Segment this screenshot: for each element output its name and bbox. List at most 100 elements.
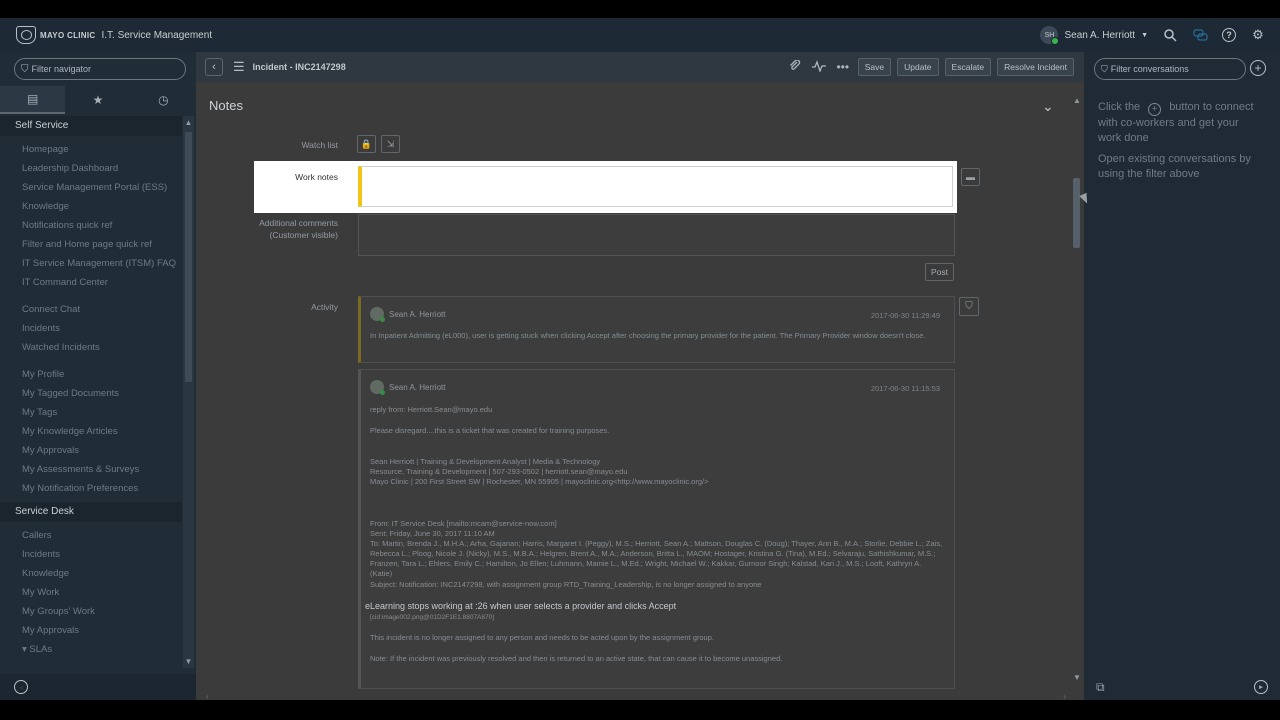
star-icon: ★: [92, 93, 104, 107]
resolve-incident-button[interactable]: Resolve Incident: [997, 58, 1074, 76]
nav-item[interactable]: Knowledge: [0, 564, 182, 583]
nav-item[interactable]: My Approvals: [0, 441, 182, 460]
nav-item[interactable]: Incidents: [0, 319, 182, 338]
back-icon[interactable]: ‹: [205, 58, 223, 76]
brand-name: MAYO CLINIC: [40, 30, 96, 40]
tab-all-apps[interactable]: ▤: [0, 86, 66, 114]
activity-timestamp: 2017-06-30 11:29:49: [870, 311, 940, 320]
nav-item[interactable]: Filter and Home page quick ref: [0, 235, 182, 254]
form-title: Incident - INC2147298: [252, 62, 346, 72]
nav-item[interactable]: Homepage: [0, 140, 182, 159]
nav-item[interactable]: Incidents: [0, 545, 182, 564]
tab-favorites[interactable]: ★: [65, 86, 130, 114]
activity-timestamp: 2017-06-30 11:15:53: [870, 384, 940, 393]
nav-item[interactable]: My Notification Preferences: [0, 479, 182, 498]
scroll-down-icon[interactable]: ▼: [1072, 673, 1082, 682]
filter-conversations-input[interactable]: ⛉ Filter conversations: [1094, 58, 1246, 80]
tab-history[interactable]: ◷: [131, 86, 196, 114]
connect-chat-icon[interactable]: [1192, 27, 1208, 43]
main-scrollbar[interactable]: ▲ ▼: [1072, 92, 1082, 682]
nav-item[interactable]: My Work: [0, 583, 182, 602]
email-subject: Subject: Notification: INC2147298, with …: [370, 580, 762, 589]
nav-item[interactable]: My Assessments & Surveys: [0, 460, 182, 479]
work-notes-field[interactable]: [358, 166, 953, 207]
author-avatar: [370, 307, 385, 322]
collapse-sidebar-icon[interactable]: ▸: [1254, 680, 1268, 694]
additional-comments-field[interactable]: [358, 214, 955, 256]
navigator-scrollbar[interactable]: ▲ ▼: [183, 116, 194, 668]
history-icon: ◷: [158, 93, 169, 107]
nav-item[interactable]: Notifications quick ref: [0, 216, 182, 235]
section-self-service[interactable]: Self Service: [0, 116, 182, 136]
user-name: Sean A. Herriott: [1064, 29, 1136, 41]
nav-item[interactable]: Service Management Portal (ESS): [0, 178, 182, 197]
scroll-up-icon[interactable]: ▲: [183, 118, 194, 127]
help-icon[interactable]: ?: [1222, 28, 1236, 42]
collapse-navigator-icon[interactable]: ◂: [14, 680, 28, 694]
add-me-icon[interactable]: ⇲: [381, 135, 400, 153]
navigator-footer: ◂: [0, 674, 196, 700]
user-menu[interactable]: SH Sean A. Herriott ▼: [1040, 26, 1148, 45]
filter-conversations-placeholder: Filter conversations: [1110, 64, 1189, 74]
email-body: Note: If the incident was previously res…: [370, 654, 783, 663]
hamburger-menu-icon[interactable]: ☰: [233, 59, 245, 75]
filter-icon: ⛉: [21, 63, 29, 75]
nav-item[interactable]: Connect Chat: [0, 300, 182, 319]
nav-item[interactable]: My Tagged Documents: [0, 384, 182, 403]
escalate-button[interactable]: Escalate: [944, 58, 992, 76]
user-avatar: SH: [1040, 26, 1060, 45]
nav-item[interactable]: Callers: [0, 526, 182, 545]
activity-filter-icon[interactable]: ⛉: [959, 297, 979, 316]
attachment-icon[interactable]: [786, 58, 804, 75]
scroll-left-icon[interactable]: ‹: [206, 692, 209, 701]
author-avatar: [370, 380, 385, 395]
additional-comments-label-line2: (Customer visible): [269, 230, 339, 240]
help-prefix: Click the: [1098, 101, 1141, 113]
nav-item[interactable]: Knowledge: [0, 197, 182, 216]
horizontal-scrollbar[interactable]: ‹ ›: [206, 692, 1066, 701]
scroll-up-icon[interactable]: ▲: [1072, 96, 1082, 105]
conversations-help: Click the + button to connect with co-work…: [1098, 100, 1263, 146]
application-navigator: ⛉ Filter navigator ▤ ★ ◷ Self Service Ho…: [0, 52, 196, 700]
more-options-icon[interactable]: •••: [834, 60, 852, 74]
nav-item[interactable]: IT Service Management (ITSM) FAQ: [0, 254, 182, 273]
scroll-thumb[interactable]: [1073, 178, 1080, 248]
activity-stream-icon[interactable]: [810, 59, 828, 75]
activity-entry: Sean A. Herriott 2017-06-30 11:15:53 rep…: [358, 369, 955, 689]
post-button[interactable]: Post: [925, 263, 954, 281]
nav-item[interactable]: Leadership Dashboard: [0, 159, 182, 178]
activity-author: Sean A. Herriott: [389, 309, 446, 319]
nav-item[interactable]: Watched Incidents: [0, 338, 182, 357]
email-to: To: Martin, Brenda J., M.H.A.; Arha, Gaj…: [370, 539, 943, 578]
update-button[interactable]: Update: [897, 58, 939, 76]
section-service-desk[interactable]: Service Desk: [0, 502, 182, 522]
email-image-ref: [cid:image002.png@01D2F1E1.8807A870]: [370, 614, 495, 621]
lock-icon[interactable]: 🔒: [357, 135, 376, 153]
nav-item[interactable]: ▾ SLAs: [0, 640, 182, 659]
nav-item[interactable]: IT Command Center: [0, 273, 182, 292]
scroll-right-icon[interactable]: ›: [1063, 692, 1066, 701]
chevron-down-icon[interactable]: ⌄: [1042, 98, 1054, 115]
nav-item[interactable]: My Tags: [0, 403, 182, 422]
toggle-work-notes-icon[interactable]: ▬: [961, 168, 980, 186]
save-button[interactable]: Save: [857, 58, 892, 76]
email-body: This incident is no longer assigned to a…: [370, 633, 714, 642]
activity-entry: Sean A. Herriott 2017-06-30 11:29:49 In …: [358, 296, 955, 363]
add-conversation-icon[interactable]: +: [1250, 60, 1266, 76]
popout-icon[interactable]: ⧉: [1096, 680, 1105, 695]
search-icon[interactable]: [1162, 27, 1178, 43]
inbox-icon: ▤: [26, 92, 39, 106]
gear-icon[interactable]: ⚙: [1250, 27, 1266, 43]
filter-navigator-input[interactable]: ⛉ Filter navigator: [14, 58, 186, 80]
activity-label: Activity: [311, 302, 338, 312]
plus-icon: +: [1148, 103, 1162, 116]
nav-item[interactable]: My Groups' Work: [0, 602, 182, 621]
brand[interactable]: MAYO CLINIC I.T. Service Management: [16, 26, 212, 44]
connect-footer: ⧉ ▸: [1084, 674, 1280, 700]
nav-item[interactable]: My Approvals: [0, 621, 182, 640]
nav-item[interactable]: My Profile: [0, 365, 182, 384]
nav-item[interactable]: My Knowledge Articles: [0, 422, 182, 441]
scroll-down-icon[interactable]: ▼: [183, 657, 194, 666]
scroll-thumb[interactable]: [185, 132, 192, 382]
email-sent: Sent: Friday, June 30, 2017 11:10 AM: [370, 529, 495, 538]
